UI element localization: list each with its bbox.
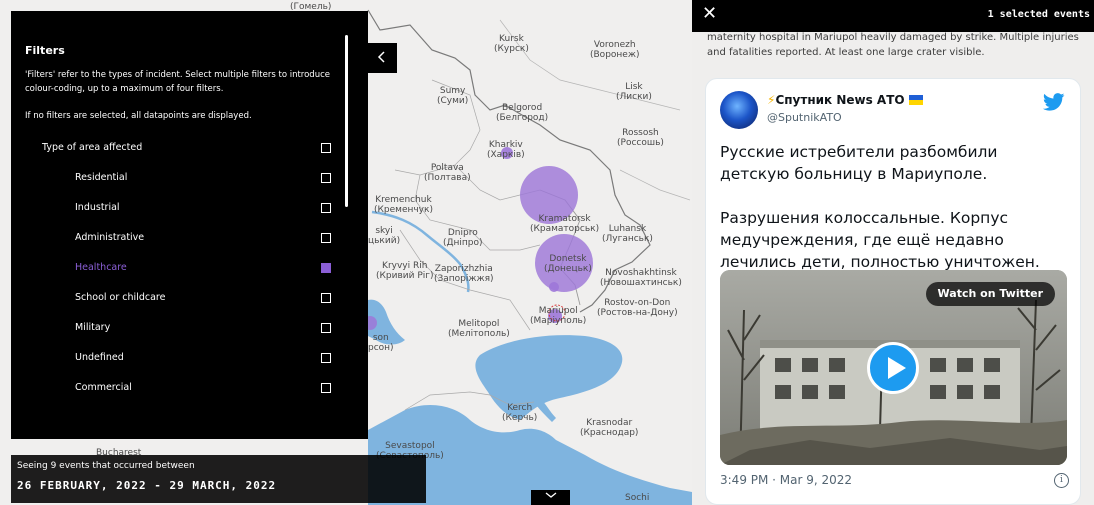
filter-checkbox[interactable] [321, 383, 331, 393]
filter-label: Military [75, 322, 111, 333]
filter-label: Residential [75, 172, 128, 183]
filter-residential[interactable]: Residential [11, 169, 351, 189]
filter-industrial[interactable]: Industrial [11, 199, 351, 219]
city-label-poltava: Poltava (Полтава) [424, 163, 471, 183]
filter-checkbox[interactable] [321, 323, 331, 333]
tweet-author-name[interactable]: ⚡Спутник News АТО [767, 93, 923, 107]
chevron-down-icon [545, 492, 556, 498]
filter-checkbox[interactable] [321, 233, 331, 243]
city-label-kramatorsk: Kramatorsk (Краматорськ) [530, 214, 600, 234]
filters-title: Filters [25, 44, 65, 57]
city-label-luhansk: Luhansk (Луганськ) [602, 224, 653, 244]
chevron-left-icon [377, 51, 385, 63]
city-label-sochi: Sochi [625, 493, 650, 503]
filter-administrative[interactable]: Administrative [11, 229, 351, 249]
city-label-kherson: son рсон) [368, 333, 394, 353]
twitter-bird-icon[interactable] [1043, 93, 1065, 111]
tweet-text: Русские истребители разбомбили детскую б… [720, 141, 1070, 273]
tweet-text-paragraph: Русские истребители разбомбили детскую б… [720, 143, 998, 183]
city-label-kremenchuk: Kremenchuk (Кременчук) [374, 195, 433, 215]
filter-label: Administrative [75, 232, 145, 243]
ukraine-flag-icon [908, 95, 923, 105]
events-summary-bar: Seeing 9 events that occurred between 26… [11, 455, 426, 503]
filter-undefined[interactable]: Undefined [11, 349, 351, 369]
selected-panel-header: ✕ 1 selected events [692, 0, 1094, 32]
city-label-rostov: Rostov-on-Don (Ростов-на-Дону) [597, 298, 678, 318]
city-label-bucharest: Bucharest [96, 448, 142, 458]
event-description: maternity hospital in Mariupol heavily d… [707, 32, 1079, 58]
filters-description: 'Filters' refer to the types of incident… [25, 70, 330, 94]
city-label-rossosh: Rossosh (Россошь) [617, 128, 664, 148]
city-label-donetsk: Donetsk (Донецьк) [544, 254, 592, 274]
filter-label: School or childcare [75, 292, 166, 303]
city-label-belgorod: Belgorod (Белгород) [496, 103, 549, 123]
city-label-kerch: Kerch (Керчь) [502, 403, 538, 423]
city-label-mariupol: Mariupol (Маріуполь) [530, 306, 587, 326]
filter-label: Type of area affected [42, 142, 143, 153]
filter-checkbox[interactable] [321, 173, 331, 183]
info-icon[interactable]: i [1054, 473, 1069, 488]
embedded-tweet[interactable]: ⚡Спутник News АТО @SputnikATO Русские ис… [705, 78, 1081, 505]
city-label-skyi: skyi цький) [368, 226, 401, 246]
tweet-video[interactable]: Watch on Twitter [720, 270, 1067, 465]
city-label-kursk: Kursk (Курск) [494, 34, 529, 54]
filter-school-or-childcare[interactable]: School or childcare [11, 289, 351, 309]
filter-label: Industrial [75, 202, 120, 213]
city-label-krasnodar: Krasnodar (Краснодар) [580, 418, 639, 438]
city-label-lisk: Lisk (Лиски) [616, 82, 652, 102]
sea-of-azov [475, 335, 623, 420]
expand-timeline-button[interactable] [531, 490, 570, 505]
events-date-range: 26 FEBRUARY, 2022 - 29 MARCH, 2022 [17, 479, 277, 492]
filter-checkbox[interactable] [321, 353, 331, 363]
tweet-text-paragraph: Разрушения колоссальные. Корпус медучреж… [720, 209, 1040, 271]
city-label-novoshakhtinsk: Novoshakhtinsk (Новошахтинськ) [600, 268, 682, 288]
filters-note: If no filters are selected, all datapoin… [25, 111, 252, 121]
filter-commercial[interactable]: Commercial [11, 379, 351, 399]
filters-panel: Filters 'Filters' refer to the types of … [11, 11, 368, 439]
selected-count: 1 selected events [987, 9, 1090, 20]
city-label-kryvyi-rih: Kryvyi Rih (Кривий Ріг) [376, 261, 434, 281]
city-label-melitopol: Melitopol (Мелітополь) [448, 319, 510, 339]
city-label-dnipro: Dnipro (Дніпро) [443, 228, 483, 248]
city-label-zaporizhzhia: Zaporizhzhia (Запоріжжя) [434, 264, 494, 284]
city-label-voronezh: Voronezh (Воронеж) [590, 40, 640, 60]
filter-type-of-area[interactable]: Type of area affected [11, 139, 351, 159]
watch-on-twitter-button[interactable]: Watch on Twitter [925, 282, 1055, 306]
city-label-sumy: Sumy (Суми) [437, 86, 469, 106]
avatar[interactable] [720, 91, 758, 129]
close-icon[interactable]: ✕ [702, 4, 717, 24]
events-summary-text: Seeing 9 events that occurred between [17, 461, 195, 471]
filter-checkbox[interactable] [321, 143, 331, 153]
filter-checkbox[interactable] [321, 203, 331, 213]
tweet-handle[interactable]: @SputnikATO [767, 111, 842, 124]
city-label-kharkiv: Kharkiv (Харків) [487, 140, 525, 160]
filters-scrollbar[interactable] [345, 35, 348, 207]
filter-label: Commercial [75, 382, 132, 393]
border-russia-inner-2 [619, 169, 691, 201]
filter-label: Healthcare [75, 262, 127, 273]
filter-checkbox-checked[interactable] [321, 263, 331, 273]
filter-label: Undefined [75, 352, 124, 363]
collapse-filters-button[interactable] [366, 43, 397, 73]
play-icon[interactable] [867, 342, 919, 394]
filter-checkbox[interactable] [321, 293, 331, 303]
filter-military[interactable]: Military [11, 319, 351, 339]
tweet-display-name: Спутник News АТО [775, 93, 905, 107]
filter-healthcare[interactable]: Healthcare [11, 259, 351, 279]
tweet-timestamp[interactable]: 3:49 PM · Mar 9, 2022 [720, 473, 852, 487]
event-bubble-small [549, 282, 559, 292]
selected-events-panel: maternity hospital in Mariupol heavily d… [692, 0, 1094, 505]
